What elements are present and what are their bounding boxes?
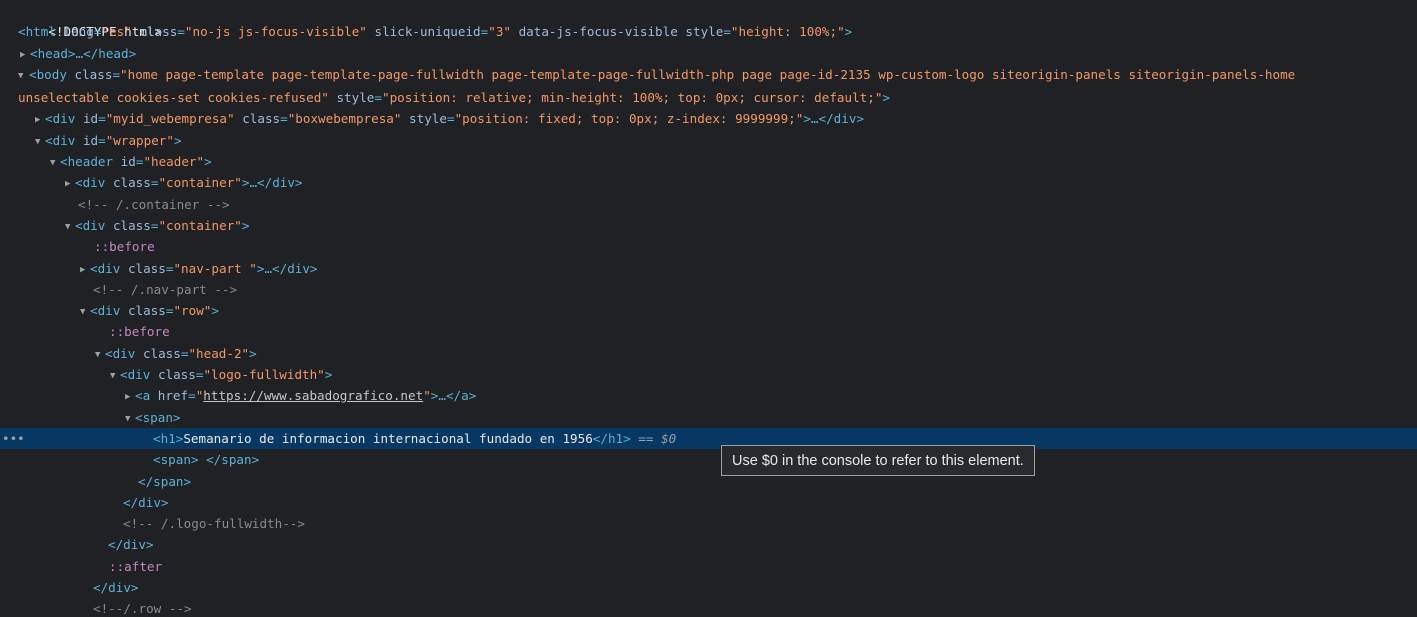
expand-arrow-icon[interactable]: ▶ xyxy=(80,260,90,281)
anchor-node[interactable]: ▶ <a href="https://www.sabadografico.net"… xyxy=(0,385,1417,406)
head-node[interactable]: ▶ <head>…</head> xyxy=(0,43,1417,64)
comment-container-node[interactable]: <!-- /.container --> xyxy=(0,194,1417,215)
html-attr-class-name: class xyxy=(139,24,178,40)
console-ref: $0 xyxy=(661,430,677,446)
html-attr-slick-name: slick-uniqueid xyxy=(374,24,481,40)
logo-fullwidth-node[interactable]: ▼ <div class="logo-fullwidth"> xyxy=(0,364,1417,385)
collapse-arrow-icon[interactable]: ▼ xyxy=(125,409,135,430)
div-close-node[interactable]: </div> xyxy=(0,577,1417,598)
doctype-node[interactable]: <!DOCTYPE html> xyxy=(0,0,1417,39)
h1-node-selected[interactable]: ••• <h1>Semanario de informacion internac… xyxy=(0,427,1417,450)
div-close-node[interactable]: </div> xyxy=(0,534,1417,555)
html-attr-focus-name: data-js-focus-visible xyxy=(518,24,678,40)
html-attr-lang-value: "es" xyxy=(101,24,132,40)
myid-webempresa-node[interactable]: ▶ <div id="myid_webempresa" class="boxweb… xyxy=(0,108,1417,129)
container-node-collapsed[interactable]: ▶ <div class="container">…</div> xyxy=(0,172,1417,193)
head-2-node[interactable]: ▼ <div class="head-2"> xyxy=(0,343,1417,364)
body-open: <body xyxy=(29,66,67,82)
comment-row-node[interactable]: <!--/.row --> xyxy=(0,598,1417,617)
body-attr-class-value: "home page-template page-template-page-f… xyxy=(120,66,1296,82)
html-attr-lang-name: lang xyxy=(63,24,94,40)
console-ref-tooltip: Use $0 in the console to refer to this e… xyxy=(721,445,1035,476)
span-node[interactable]: ▼ <span> xyxy=(0,407,1417,428)
more-options-icon[interactable]: ••• xyxy=(2,428,25,449)
html-open: <html xyxy=(18,24,56,40)
href-link[interactable]: https://www.sabadografico.net xyxy=(203,388,423,403)
after-pseudo-node[interactable]: ::after xyxy=(0,556,1417,577)
html-attr-class-value: "no-js js-focus-visible" xyxy=(184,24,367,40)
head-text: <head>…</head> xyxy=(30,45,137,61)
body-close: > xyxy=(882,90,890,106)
container-node-expanded[interactable]: ▼ <div class="container"> xyxy=(0,215,1417,236)
h1-text: Semanario de informacion internacional f… xyxy=(183,430,593,446)
wrapper-node[interactable]: ▼ <div id="wrapper"> xyxy=(0,130,1417,151)
html-close: > xyxy=(844,24,853,40)
span-empty-node[interactable]: <span> </span> xyxy=(0,449,1417,470)
before-pseudo-node[interactable]: ::before xyxy=(0,321,1417,342)
body-attr-style-value: "position: relative; min-height: 100%; t… xyxy=(381,90,883,106)
row-node[interactable]: ▼ <div class="row"> xyxy=(0,300,1417,321)
elements-panel-dom-tree: <!DOCTYPE html> <html lang="es" class="n… xyxy=(0,0,1417,617)
html-attr-slick-value: "3" xyxy=(488,24,511,40)
header-node[interactable]: ▼ <header id="header"> xyxy=(0,151,1417,172)
div-close-node[interactable]: </div> xyxy=(0,492,1417,513)
collapse-arrow-icon[interactable]: ▼ xyxy=(110,366,120,387)
body-attr-class-name: class xyxy=(74,66,113,82)
collapse-arrow-icon[interactable]: ▼ xyxy=(80,302,90,323)
body-attr-class-value-continued: unselectable cookies-set cookies-refused… xyxy=(18,90,329,106)
nav-part-node[interactable]: ▶ <div class="nav-part ">…</div> xyxy=(0,258,1417,279)
body-node-continued[interactable]: unselectable cookies-set cookies-refused… xyxy=(0,87,1417,108)
expand-arrow-icon[interactable]: ▶ xyxy=(35,110,45,131)
expand-arrow-icon[interactable]: ▶ xyxy=(125,387,135,408)
collapse-arrow-icon[interactable]: ▼ xyxy=(35,132,45,153)
comment-logo-node[interactable]: <!-- /.logo-fullwidth--> xyxy=(0,513,1417,534)
collapse-arrow-icon[interactable]: ▼ xyxy=(95,345,105,366)
expand-arrow-icon[interactable]: ▶ xyxy=(20,45,30,66)
collapse-arrow-icon[interactable]: ▼ xyxy=(65,217,75,238)
collapse-arrow-icon[interactable]: ▼ xyxy=(50,153,60,174)
body-attr-style-name: style xyxy=(336,90,375,106)
span-close-node[interactable]: </span> xyxy=(0,471,1417,492)
comment-nav-part-node[interactable]: <!-- /.nav-part --> xyxy=(0,279,1417,300)
expand-arrow-icon[interactable]: ▶ xyxy=(65,174,75,195)
body-node[interactable]: ▼ <body class="home page-template page-te… xyxy=(0,64,1415,87)
html-attr-style-name: style xyxy=(685,24,724,40)
collapse-arrow-icon[interactable]: ▼ xyxy=(18,66,29,87)
before-pseudo-node[interactable]: ::before xyxy=(0,236,1417,257)
html-node[interactable]: <html lang="es" class="no-js js-focus-vi… xyxy=(0,21,1417,42)
html-attr-style-value: "height: 100%;" xyxy=(730,24,845,40)
